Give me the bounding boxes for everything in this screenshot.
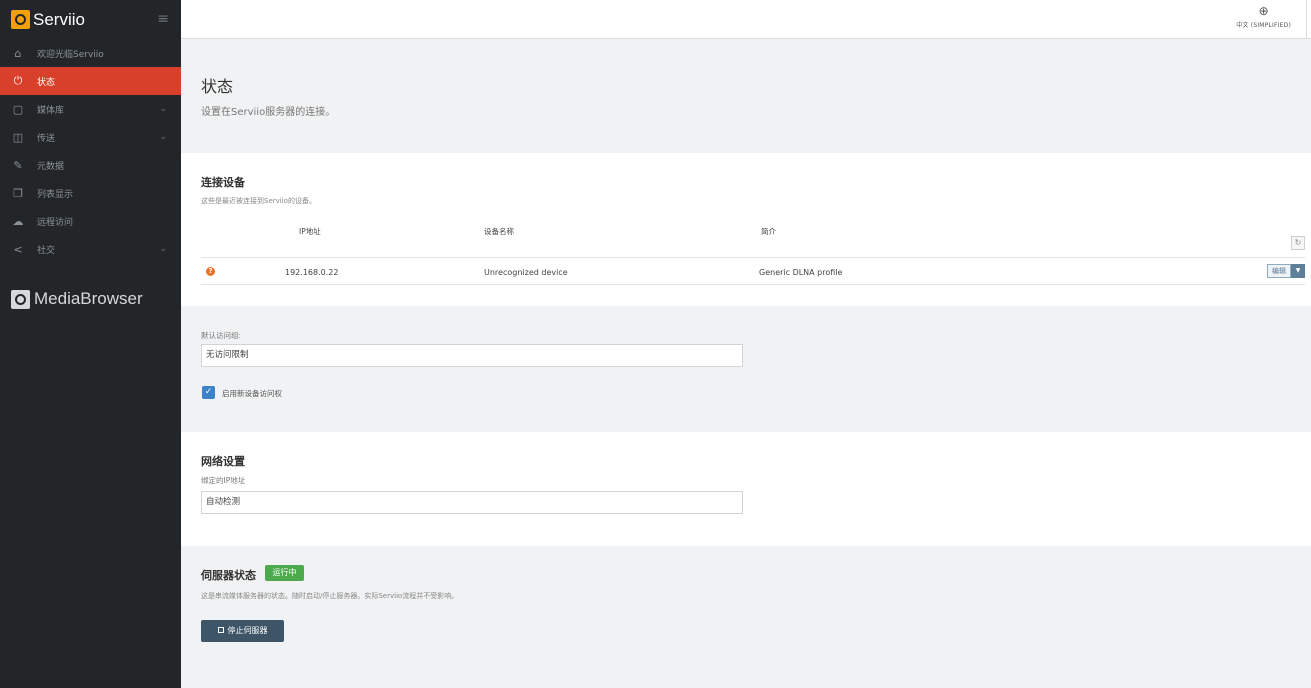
box-icon: ◫ [12,130,24,144]
sidebar-item-social[interactable]: < 社交 ⌄ [0,235,181,263]
list-icon: ❐ [13,186,23,200]
brand[interactable]: Serviio ≡ [0,0,181,39]
sidebar-item-metadata[interactable]: ✎ 元数据 [0,151,181,179]
devices-title: 连接设备 [201,176,245,189]
default-access-label: 默认访问组: [201,331,242,340]
device-profile: Generic DLNA profile [759,268,843,277]
stop-icon [217,626,224,633]
sidebar-item-welcome[interactable]: ⌂ 欢迎光临Serviio [0,39,181,67]
refresh-icon: ↻ [1294,238,1302,247]
main-content: 状态 设置在Serviio服务器的连接。 连接设备 这些是最近被连接到Servi… [181,40,1311,688]
mediabrowser-label: MediaBrowser [34,289,143,308]
table-row: ? 192.168.0.22 Unrecognized device Gener… [201,259,1305,285]
sidebar-item-label: 远程访问 [37,217,74,228]
mediabrowser-link[interactable]: MediaBrowser [11,289,143,309]
device-name: Unrecognized device [484,268,568,277]
column-header-profile: 简介 [761,227,776,236]
sidebar-item-delivery[interactable]: ◫ 传送 ⌄ [0,123,181,151]
network-panel: 网络设置 绑定的IP地址 自动检测 [181,432,1311,546]
stop-server-button[interactable]: 停止伺服器 [201,620,284,642]
edit-button[interactable]: 编辑 [1267,264,1291,278]
chevron-down-icon: ⌄ [159,244,167,254]
server-description: 这是串流媒体服务器的状态。随时启动/停止服务器。实际Serviio流程并不受影响… [201,592,459,600]
chevron-down-icon: ⌄ [159,104,167,114]
sidebar-item-list-display[interactable]: ❐ 列表显示 [0,179,181,207]
column-header-name: 设备名称 [484,227,514,236]
serviio-logo-icon [11,10,30,29]
language-label: 中文 (SIMPLIFIED) [1236,22,1291,29]
enable-new-device-label: 启用新设备访问权 [222,389,282,398]
bind-ip-label: 绑定的IP地址 [201,476,246,485]
sidebar-item-label: 欢迎光临Serviio [37,49,104,60]
devices-panel: 连接设备 这些是最近被连接到Serviio的设备。 IP地址 设备名称 简介 ↻… [181,153,1311,306]
sidebar-item-label: 社交 [37,245,56,256]
sidebar-item-label: 传送 [37,133,56,144]
access-panel: 默认访问组: 无访问限制 ✓ 启用新设备访问权 [181,306,1311,432]
default-access-select[interactable]: 无访问限制 [201,344,743,367]
share-icon: < [13,242,23,256]
sidebar-item-label: 元数据 [37,161,65,172]
sidebar-item-status[interactable]: ⏻ 状态 [0,67,181,95]
sidebar: Serviio ≡ ⌂ 欢迎光临Serviio ⏻ 状态 ▢ 媒体库 ⌄ ◫ 传… [0,0,181,688]
device-ip: 192.168.0.22 [285,268,339,277]
home-icon: ⌂ [14,46,22,60]
sidebar-item-remote-access[interactable]: ☁ 远程访问 [0,207,181,235]
page-title: 状态 [201,77,234,96]
sidebar-item-label: 状态 [37,77,56,88]
sidebar-item-library[interactable]: ▢ 媒体库 ⌄ [0,95,181,123]
library-icon: ▢ [12,102,24,116]
globe-icon: ⊕ [1258,4,1269,18]
language-selector[interactable]: ⊕ 中文 (SIMPLIFIED) [1236,4,1291,29]
status-badge: 运行中 [265,565,304,581]
menu-toggle-icon[interactable]: ≡ [157,12,169,26]
refresh-button[interactable]: ↻ [1291,236,1305,250]
server-title: 伺服器状态 [201,569,256,582]
enable-new-device-checkbox[interactable]: ✓ [202,386,215,399]
mediabrowser-logo-icon [11,289,30,309]
brand-name: Serviio [33,9,85,29]
cloud-icon: ☁ [12,214,24,228]
devices-description: 这些是最近被连接到Serviio的设备。 [201,197,316,205]
topbar: ⊕ 中文 (SIMPLIFIED) [181,0,1311,39]
warning-icon: ? [206,267,215,276]
plug-icon: ⏻ [13,74,23,87]
caret-down-icon[interactable]: ▼ [1291,264,1305,278]
network-title: 网络设置 [201,455,245,468]
server-panel: 伺服器状态 运行中 这是串流媒体服务器的状态。随时启动/停止服务器。实际Serv… [181,546,1311,688]
stop-server-label: 停止伺服器 [227,626,268,635]
topbar-divider [1306,0,1307,39]
column-header-ip: IP地址 [299,227,321,236]
page-subtitle: 设置在Serviio服务器的连接。 [201,107,336,118]
edit-button-group: 编辑 ▼ [1267,264,1305,278]
devices-table-header: IP地址 设备名称 简介 ↻ [201,226,1305,258]
sidebar-item-label: 媒体库 [37,105,65,116]
edit-icon: ✎ [13,158,23,172]
bind-ip-input[interactable]: 自动检测 [201,491,743,514]
sidebar-item-label: 列表显示 [37,189,74,200]
page-header: 状态 设置在Serviio服务器的连接。 [181,40,1311,153]
chevron-down-icon: ⌄ [159,132,167,142]
